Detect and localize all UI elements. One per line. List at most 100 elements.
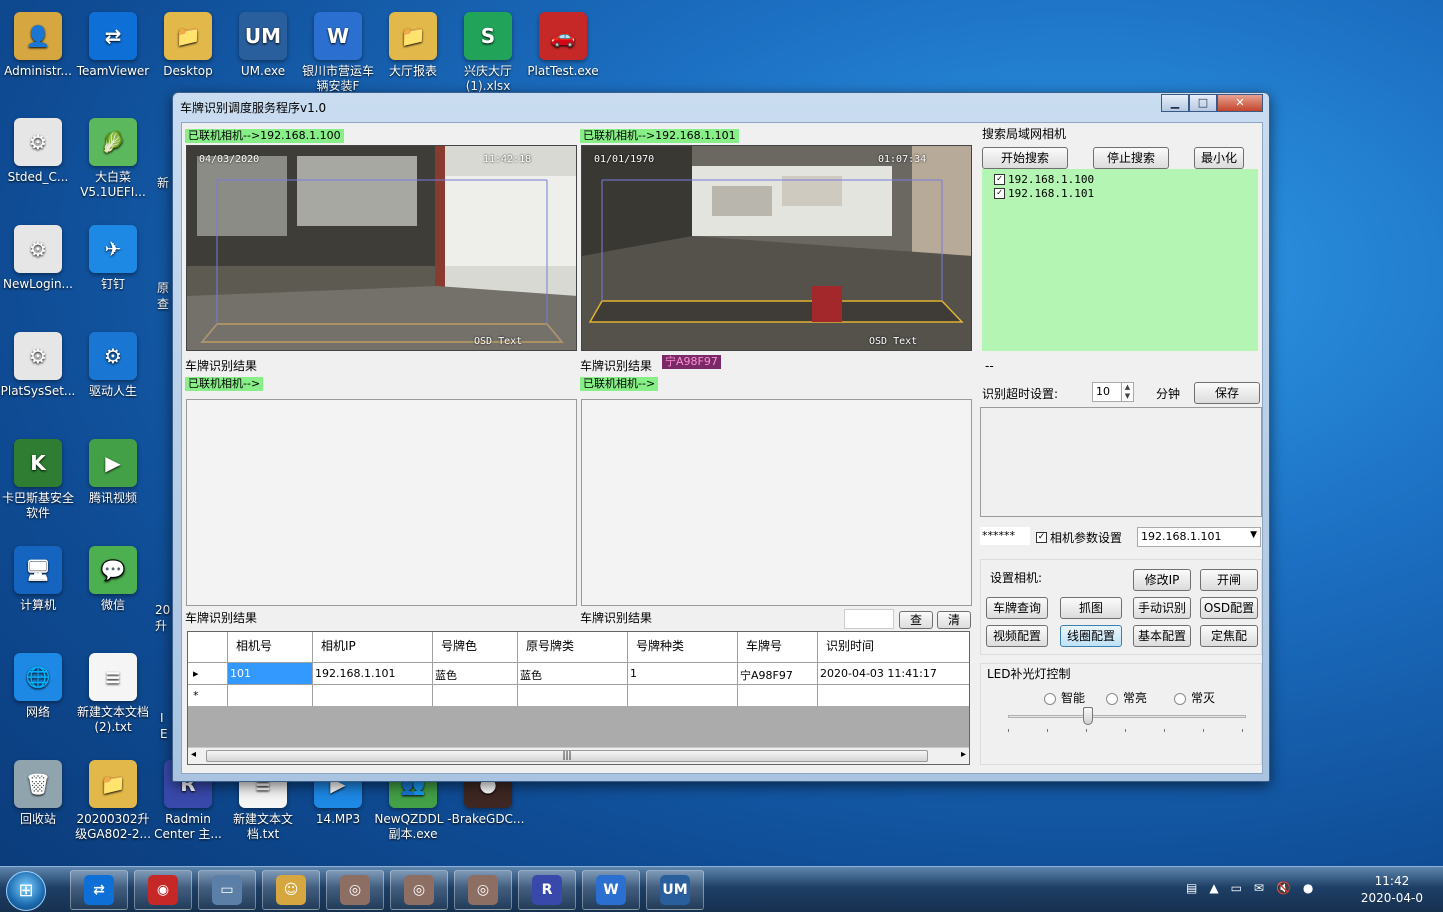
taskbar-item-avatar-app[interactable]: ☺ <box>262 870 320 910</box>
desktop-icon[interactable]: ⚙ Stded_C... <box>0 118 76 218</box>
search-item-checkbox[interactable]: ✓ <box>994 174 1005 185</box>
cell-plate-color[interactable]: 蓝色 <box>433 663 518 684</box>
radio-icon[interactable] <box>1174 692 1186 705</box>
stepper-arrows-icon[interactable]: ▲ ▼ <box>1121 383 1133 401</box>
chevron-down-icon[interactable]: ▼ <box>1250 530 1257 540</box>
led-option-off[interactable]: 常灭 <box>1174 689 1215 706</box>
cell-time[interactable]: 2020-04-03 11:41:17 <box>818 663 969 684</box>
capture-button[interactable]: 抓图 <box>1060 597 1122 619</box>
open-gate-button[interactable]: 开闸 <box>1200 569 1258 591</box>
taskbar-item-um[interactable]: UM <box>646 870 704 910</box>
system-tray-icons[interactable]: ▤▲▭✉🔇● <box>1186 881 1325 895</box>
cell-camera-ip[interactable] <box>313 685 433 706</box>
taskbar-item-plate-app-3[interactable]: ◎ <box>454 870 512 910</box>
minimize-app-button[interactable]: 最小化 <box>1194 147 1244 169</box>
desktop-icon[interactable]: 🗑 回收站 <box>0 760 76 860</box>
plate-query-button[interactable]: 车牌查询 <box>986 597 1048 619</box>
search-item-camera-1[interactable]: ✓ 192.168.1.100 <box>994 173 1094 186</box>
close-button[interactable]: ✕ <box>1217 94 1263 112</box>
led-brightness-slider[interactable] <box>1008 707 1246 733</box>
desktop-icon[interactable]: 💬 微信 <box>75 546 151 646</box>
desktop-icon[interactable]: 👤 Administr... <box>0 12 76 112</box>
desktop-icon[interactable]: ≡ 新建文本文档 (2).txt <box>75 653 151 753</box>
coil-config-button[interactable]: 线圈配置 <box>1060 625 1122 647</box>
table-row[interactable]: ▸ 101 192.168.1.101 蓝色 蓝色 1 宁A98F97 2020… <box>188 662 969 684</box>
cell-camera-ip[interactable]: 192.168.1.101 <box>313 663 433 684</box>
start-search-button[interactable]: 开始搜索 <box>982 147 1068 169</box>
grid-horizontal-scrollbar[interactable]: ◂ ||| ▸ <box>188 747 969 764</box>
cell-camera-no[interactable] <box>228 685 313 706</box>
tray-clock[interactable]: 11:42 2020-04-0 <box>1361 873 1423 907</box>
clear-button[interactable]: 清 <box>937 611 971 629</box>
camera-params-checkbox-row[interactable]: ✓ 相机参数设置 <box>1036 529 1122 546</box>
camera-search-list[interactable]: ✓ 192.168.1.100 ✓ 192.168.1.101 <box>982 169 1258 351</box>
scroll-left-icon[interactable]: ◂ <box>191 749 196 760</box>
video-config-button[interactable]: 视频配置 <box>986 625 1048 647</box>
grid-header-camera-no[interactable]: 相机号 <box>228 632 313 662</box>
query-input[interactable] <box>844 609 894 629</box>
taskbar-item-radmin[interactable]: R <box>518 870 576 910</box>
grid-header-plate-color[interactable]: 号牌色 <box>433 632 518 662</box>
desktop-icon[interactable]: K 卡巴斯基安全软件 <box>0 439 76 539</box>
password-field[interactable]: ****** <box>980 527 1030 545</box>
taskbar-item-window[interactable]: ▭ <box>198 870 256 910</box>
camera-params-checkbox[interactable]: ✓ <box>1036 532 1047 543</box>
basic-config-button[interactable]: 基本配置 <box>1133 625 1191 647</box>
query-button[interactable]: 查 <box>899 611 933 629</box>
cell-plate-type[interactable] <box>628 685 738 706</box>
taskbar-item-plate-app-1[interactable]: ◎ <box>326 870 384 910</box>
taskbar-item-teamviewer[interactable]: ⇄ <box>70 870 128 910</box>
search-item-camera-2[interactable]: ✓ 192.168.1.101 <box>994 187 1094 200</box>
grid-header-orig-type[interactable]: 原号牌类 <box>518 632 628 662</box>
desktop-icon[interactable]: ⚙ NewLogin... <box>0 225 76 325</box>
radio-icon[interactable] <box>1106 692 1118 705</box>
manual-recognize-button[interactable]: 手动识别 <box>1133 597 1191 619</box>
led-option-smart[interactable]: 智能 <box>1044 689 1085 706</box>
desktop-icon[interactable]: 🥬 大白菜V5.1UEFI... <box>75 118 151 218</box>
timeout-value[interactable]: 10 <box>1096 385 1110 398</box>
search-item-checkbox[interactable]: ✓ <box>994 188 1005 199</box>
cell-plate-no[interactable]: 宁A98F97 <box>738 663 818 684</box>
title-bar[interactable]: 车牌识别调度服务程序v1.0 ▁ □ ✕ <box>173 93 1269 121</box>
grid-header-plate-no[interactable]: 车牌号 <box>738 632 818 662</box>
grid-header-time[interactable]: 识别时间 <box>818 632 969 662</box>
save-button[interactable]: 保存 <box>1194 382 1260 404</box>
focus-config-button[interactable]: 定焦配 <box>1200 625 1258 647</box>
desktop-icon[interactable]: ▶ 腾讯视频 <box>75 439 151 539</box>
grid-header-plate-type[interactable]: 号牌种类 <box>628 632 738 662</box>
desktop-icon[interactable]: ⚙ 驱动人生 <box>75 332 151 432</box>
cell-camera-no[interactable]: 101 <box>228 663 313 684</box>
modify-ip-button[interactable]: 修改IP <box>1133 569 1191 591</box>
desktop-icon[interactable]: 🌐 网络 <box>0 653 76 753</box>
desktop-icon[interactable]: ✈ 钉钉 <box>75 225 151 325</box>
result-grid[interactable]: 相机号 相机IP 号牌色 原号牌类 号牌种类 车牌号 识别时间 ▸ 101 19… <box>187 631 970 765</box>
start-button[interactable]: ⊞ <box>6 871 46 911</box>
timeout-stepper[interactable]: 10 ▲ ▼ <box>1092 382 1134 402</box>
osd-config-button[interactable]: OSD配置 <box>1200 597 1258 619</box>
scroll-thumb[interactable]: ||| <box>206 750 928 762</box>
taskbar-item-wps[interactable]: W <box>582 870 640 910</box>
cell-orig-type[interactable]: 蓝色 <box>518 663 628 684</box>
cell-plate-color[interactable] <box>433 685 518 706</box>
slider-thumb[interactable] <box>1083 707 1093 725</box>
cell-plate-type[interactable]: 1 <box>628 663 738 684</box>
desktop-icon[interactable]: ⇄ TeamViewer <box>75 12 151 112</box>
cell-plate-no[interactable] <box>738 685 818 706</box>
cell-orig-type[interactable] <box>518 685 628 706</box>
taskbar-item-app-colorful[interactable]: ◉ <box>134 870 192 910</box>
desktop-icon[interactable]: 📁 20200302升级GA802-2... <box>75 760 151 860</box>
desktop-icon-label: PlatSysSet... <box>0 384 76 398</box>
stop-search-button[interactable]: 停止搜索 <box>1093 147 1169 169</box>
maximize-button[interactable]: □ <box>1189 94 1217 112</box>
grid-header-camera-ip[interactable]: 相机IP <box>313 632 433 662</box>
table-row-new[interactable]: * <box>188 684 969 706</box>
desktop-icon[interactable]: 🖥 计算机 <box>0 546 76 646</box>
desktop-icon[interactable]: ⚙ PlatSysSet... <box>0 332 76 432</box>
scroll-right-icon[interactable]: ▸ <box>961 749 966 760</box>
led-option-on[interactable]: 常亮 <box>1106 689 1147 706</box>
camera-select[interactable]: 192.168.1.101 ▼ <box>1137 527 1261 547</box>
minimize-button[interactable]: ▁ <box>1161 94 1189 112</box>
radio-icon[interactable] <box>1044 692 1056 705</box>
cell-time[interactable] <box>818 685 969 706</box>
taskbar-item-plate-app-2[interactable]: ◎ <box>390 870 448 910</box>
